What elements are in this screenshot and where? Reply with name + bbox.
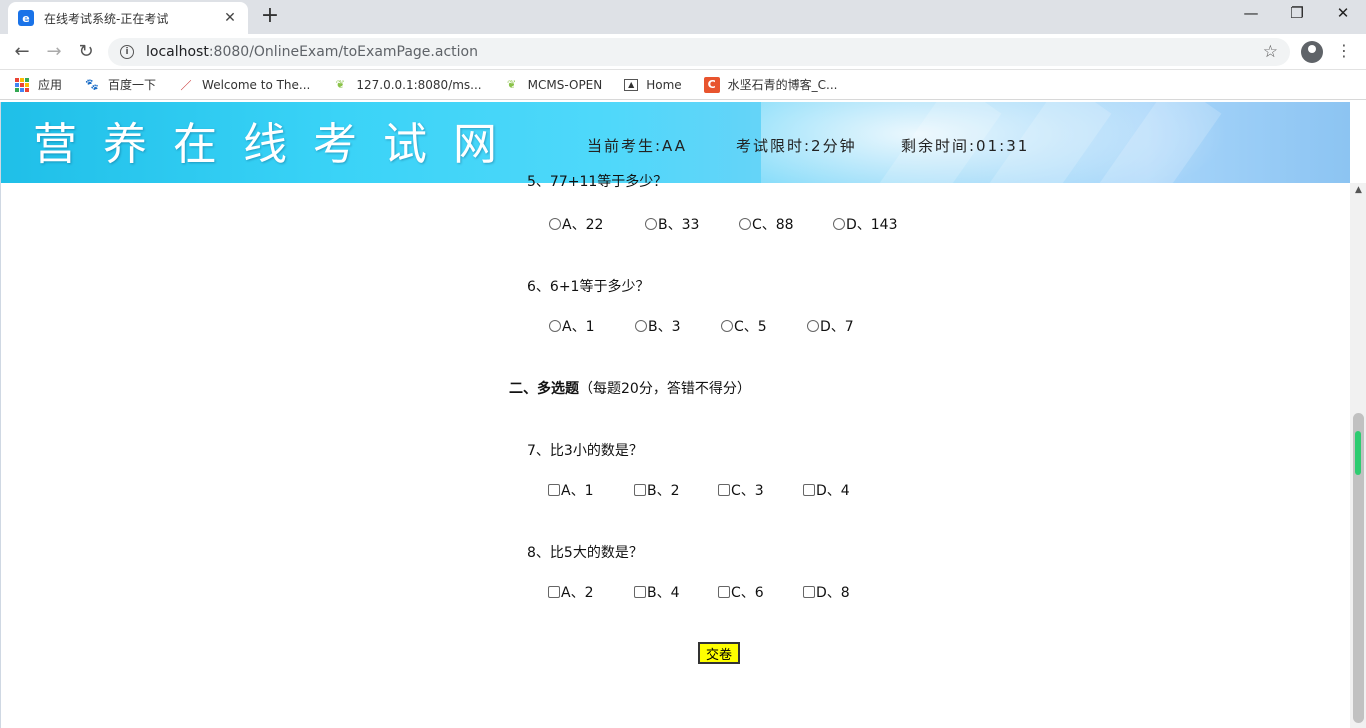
bookmarks-bar: 应用 🐾 百度一下 ／ Welcome to The... ❦ 127.0.0.… [0, 70, 1366, 100]
url-path: :8080/OnlineExam/toExamPage.action [208, 44, 478, 60]
checkbox[interactable] [634, 484, 646, 496]
q6-option-a[interactable]: A、1 [549, 316, 594, 336]
site-title: 营养在线考试网 [33, 119, 523, 170]
radio-button[interactable] [635, 320, 647, 332]
address-bar[interactable]: i localhost:8080/OnlineExam/toExamPage.a… [108, 38, 1290, 66]
bookmark-label: Home [646, 77, 682, 92]
question-7-text: 7、比3小的数是？ [527, 443, 643, 459]
bookmark-label: 水坚石青的博客_C... [727, 78, 838, 92]
scroll-indicator [1355, 431, 1361, 475]
q6-option-c[interactable]: C、5 [721, 316, 767, 336]
time-limit: 考试限时:2分钟 [736, 137, 857, 155]
leaf-icon: ❦ [507, 78, 517, 91]
checkbox[interactable] [718, 586, 730, 598]
bookmark-apps[interactable]: 应用 [14, 76, 62, 93]
minimize-icon[interactable]: — [1228, 4, 1274, 22]
bookmark-label: Welcome to The... [202, 77, 311, 92]
profile-avatar-icon[interactable] [1301, 41, 1323, 63]
checkbox[interactable] [718, 484, 730, 496]
radio-button[interactable] [739, 218, 751, 230]
bookmark-label: 127.0.0.1:8080/ms... [356, 77, 482, 92]
page-viewport: 营养在线考试网 当前考生:AA 考试限时:2分钟 剩余时间:01:31 5、77… [0, 102, 1366, 728]
csdn-icon: C [703, 76, 720, 93]
bookmark-label: 应用 [38, 78, 63, 92]
url-host: localhost [146, 44, 209, 60]
checkbox[interactable] [548, 586, 560, 598]
browser-tab[interactable]: e 在线考试系统-正在考试 ✕ [8, 2, 248, 34]
q5-option-b[interactable]: B、33 [645, 214, 699, 234]
baidu-paw-icon: 🐾 [85, 78, 99, 91]
scroll-up-arrow-icon[interactable]: ▲ [1350, 185, 1366, 199]
q7-option-c[interactable]: C、3 [718, 480, 764, 500]
apps-icon [14, 77, 30, 93]
radio-button[interactable] [833, 218, 845, 230]
new-tab-plus-icon[interactable]: + [258, 5, 282, 27]
close-icon[interactable]: ✕ [222, 10, 238, 26]
bookmark-label: 百度一下 [108, 78, 157, 92]
submit-exam-button[interactable]: 交卷 [698, 642, 740, 664]
candidate-name: 当前考生:AA [587, 137, 687, 155]
bookmark-home[interactable]: ▲ Home [624, 77, 682, 92]
bookmark-localhost[interactable]: ❦ 127.0.0.1:8080/ms... [332, 77, 482, 93]
back-arrow-icon[interactable]: ← [10, 40, 34, 64]
checkbox[interactable] [548, 484, 560, 496]
browser-toolbar: ← → ↻ i localhost:8080/OnlineExam/toExam… [0, 34, 1366, 70]
tab-title: 在线考试系统-正在考试 [44, 11, 169, 26]
section-2-heading: 二、多选题（每题20分，答错不得分） [509, 378, 751, 398]
remaining-time: 剩余时间:01:31 [901, 137, 1030, 155]
q7-option-b[interactable]: B、2 [634, 480, 680, 500]
question-5-text: 5、77+11等于多少？ [527, 174, 668, 190]
site-banner: 营养在线考试网 当前考生:AA 考试限时:2分钟 剩余时间:01:31 [1, 102, 1350, 183]
radio-button[interactable] [645, 218, 657, 230]
tab-strip: e 在线考试系统-正在考试 ✕ + — ❐ ✕ [0, 0, 1366, 34]
menu-kebab-icon[interactable]: ⋮ [1336, 41, 1352, 61]
url-text: localhost:8080/OnlineExam/toExamPage.act… [146, 44, 1263, 60]
bookmark-label: MCMS-OPEN [527, 77, 603, 92]
bookmark-baidu[interactable]: 🐾 百度一下 [84, 76, 156, 93]
reload-icon[interactable]: ↻ [74, 40, 98, 64]
radio-button[interactable] [721, 320, 733, 332]
page-scrollbar[interactable]: ▲ [1350, 183, 1366, 728]
leaf-icon: ❦ [335, 78, 345, 91]
q5-option-d[interactable]: D、143 [833, 214, 898, 234]
feather-icon: ／ [180, 78, 192, 92]
bookmark-welcome[interactable]: ／ Welcome to The... [178, 77, 311, 93]
section-2-title: 二、多选题 [509, 381, 579, 397]
checkbox[interactable] [803, 586, 815, 598]
question-6-text: 6、6+1等于多少？ [527, 279, 650, 295]
bookmark-csdn[interactable]: C 水坚石青的博客_C... [703, 76, 838, 93]
forward-arrow-icon[interactable]: → [42, 40, 66, 64]
q6-option-d[interactable]: D、7 [807, 316, 854, 336]
restore-icon[interactable]: ❐ [1274, 4, 1320, 22]
bookmark-star-icon[interactable]: ☆ [1263, 42, 1278, 62]
q5-option-a[interactable]: A、22 [549, 214, 603, 234]
q5-option-c[interactable]: C、88 [739, 214, 794, 234]
bookmark-mcms[interactable]: ❦ MCMS-OPEN [504, 77, 603, 93]
radio-button[interactable] [549, 320, 561, 332]
q6-option-b[interactable]: B、3 [635, 316, 681, 336]
exam-content: 5、77+11等于多少？ A、22 B、33 C、88 D、143 6、6+1等… [1, 174, 1350, 728]
checkbox[interactable] [634, 586, 646, 598]
info-icon[interactable]: i [120, 45, 134, 59]
window-close-icon[interactable]: ✕ [1320, 4, 1366, 22]
q7-option-a[interactable]: A、1 [548, 480, 593, 500]
q8-option-d[interactable]: D、8 [803, 582, 850, 602]
section-2-note: （每题20分，答错不得分） [579, 381, 751, 397]
question-8-text: 8、比5大的数是？ [527, 545, 643, 561]
q8-option-a[interactable]: A、2 [548, 582, 593, 602]
exam-favicon-icon: e [18, 10, 34, 26]
image-icon: ▲ [624, 78, 639, 91]
q7-option-d[interactable]: D、4 [803, 480, 850, 500]
checkbox[interactable] [803, 484, 815, 496]
radio-button[interactable] [807, 320, 819, 332]
q8-option-b[interactable]: B、4 [634, 582, 680, 602]
radio-button[interactable] [549, 218, 561, 230]
q8-option-c[interactable]: C、6 [718, 582, 764, 602]
